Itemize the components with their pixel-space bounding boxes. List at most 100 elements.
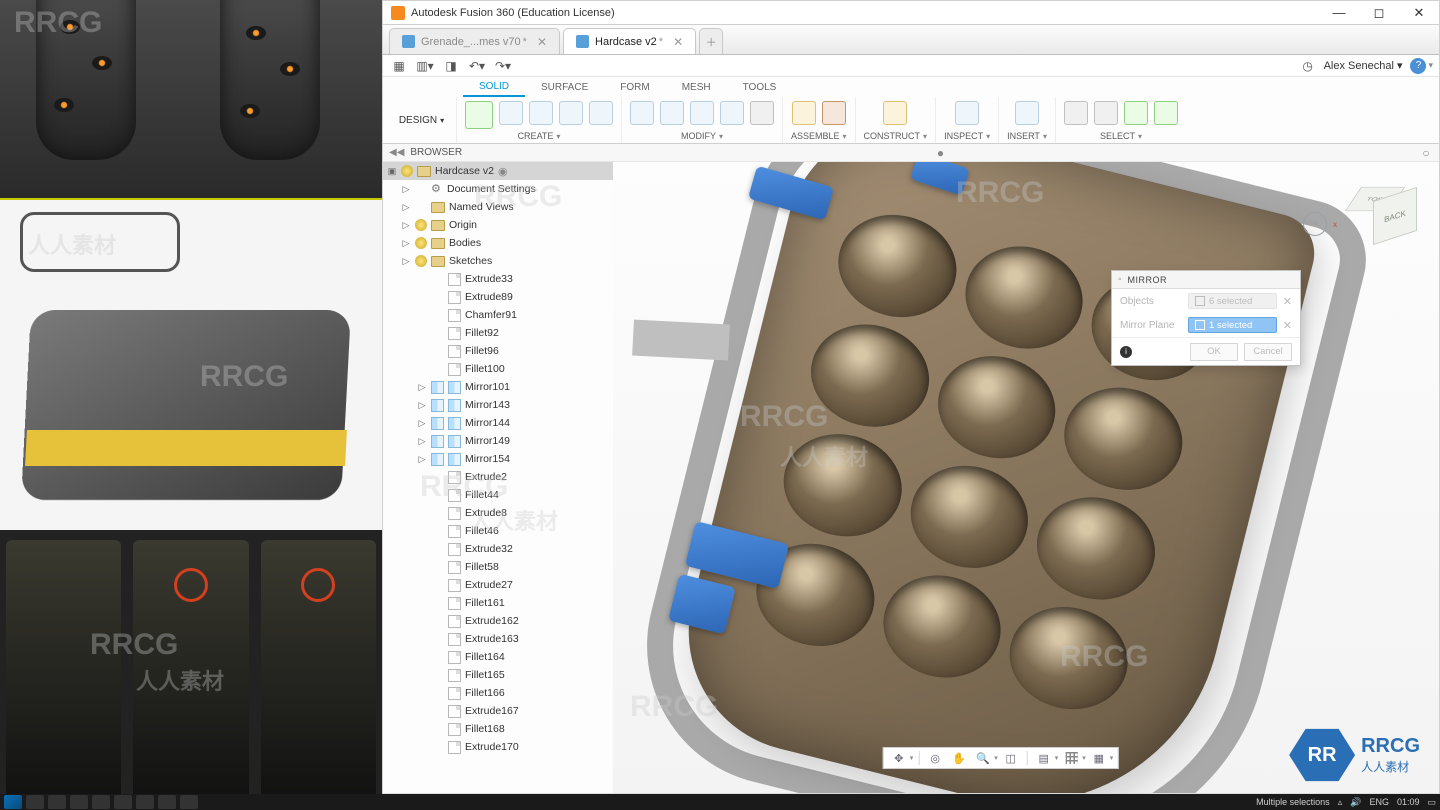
- tree-feature[interactable]: Extrude170: [383, 738, 613, 756]
- cancel-button[interactable]: Cancel: [1244, 343, 1292, 361]
- expand-icon[interactable]: ▷: [401, 220, 411, 231]
- expand-icon[interactable]: ▷: [401, 238, 411, 249]
- tree-feature[interactable]: ▷Mirror143: [383, 396, 613, 414]
- tree-feature[interactable]: Fillet44: [383, 486, 613, 504]
- zoom-nav-icon[interactable]: 🔍: [972, 749, 994, 767]
- tree-feature[interactable]: Fillet96: [383, 342, 613, 360]
- visibility-bulb-icon[interactable]: [401, 165, 413, 177]
- objects-selection-chip[interactable]: 6 selected: [1188, 293, 1277, 309]
- taskbar-app-icon[interactable]: [180, 795, 198, 809]
- tree-feature[interactable]: Extrude8: [383, 504, 613, 522]
- viewports-icon[interactable]: ▦: [1088, 749, 1110, 767]
- pan-nav-icon[interactable]: ✋: [948, 749, 970, 767]
- extrude-icon[interactable]: [499, 101, 523, 125]
- clear-plane-icon[interactable]: ✕: [1283, 319, 1292, 332]
- tree-feature[interactable]: Extrude162: [383, 612, 613, 630]
- tray-lang[interactable]: ENG: [1369, 797, 1389, 807]
- workspace-switcher[interactable]: DESIGN ▾: [387, 97, 457, 143]
- display-settings-icon[interactable]: ▤: [1033, 749, 1055, 767]
- tree-node[interactable]: ▷Named Views: [383, 198, 613, 216]
- tree-feature[interactable]: Extrude32: [383, 540, 613, 558]
- mirror-plane-selection-chip[interactable]: 1 selected: [1188, 317, 1277, 333]
- grid-settings-icon[interactable]: [1060, 749, 1082, 767]
- view-cube[interactable]: TOP BACK x: [1351, 180, 1411, 240]
- tree-feature[interactable]: Fillet166: [383, 684, 613, 702]
- taskbar-app-icon[interactable]: [92, 795, 110, 809]
- taskbar-app-icon[interactable]: [48, 795, 66, 809]
- expand-icon[interactable]: ▷: [401, 256, 411, 267]
- system-tray[interactable]: Multiple selections ▵🔊 ENG 01:09 ▭: [1256, 797, 1436, 808]
- ok-button[interactable]: OK: [1190, 343, 1238, 361]
- browser-dot-icon[interactable]: ●: [934, 146, 948, 160]
- new-component-icon[interactable]: [792, 101, 816, 125]
- fit-nav-icon[interactable]: ◫: [1000, 749, 1022, 767]
- tray-time[interactable]: 01:09: [1397, 797, 1420, 807]
- shell-icon[interactable]: [690, 101, 714, 125]
- ribbon-tab-form[interactable]: FORM: [604, 77, 665, 97]
- start-button-icon[interactable]: [4, 795, 22, 809]
- sketch-icon[interactable]: [465, 101, 493, 129]
- taskbar-app-icon[interactable]: [136, 795, 154, 809]
- user-menu[interactable]: Alex Senechal ▾: [1324, 59, 1403, 72]
- joint-icon[interactable]: [822, 101, 846, 125]
- tab-hardcase[interactable]: Hardcase v2* ✕: [563, 28, 696, 54]
- tree-feature[interactable]: ▷Mirror144: [383, 414, 613, 432]
- dialog-titlebar[interactable]: ◦ MIRROR: [1112, 271, 1300, 289]
- orbit-nav-icon[interactable]: ✥: [888, 749, 910, 767]
- browser-tree[interactable]: ▣ Hardcase v2 ◉ ▷⚙Document Settings▷Name…: [383, 162, 613, 793]
- radio-icon[interactable]: ◉: [498, 165, 510, 178]
- chevron-left-icon[interactable]: ◀◀: [389, 147, 404, 158]
- save-icon[interactable]: ◨: [441, 58, 461, 74]
- ribbon-tab-tools[interactable]: TOOLS: [727, 77, 793, 97]
- tree-feature[interactable]: Fillet165: [383, 666, 613, 684]
- tree-feature[interactable]: Extrude2: [383, 468, 613, 486]
- select-paint-icon[interactable]: [1124, 101, 1148, 125]
- collapse-icon[interactable]: ▣: [387, 166, 397, 177]
- visibility-bulb-icon[interactable]: [415, 255, 427, 267]
- close-icon[interactable]: ✕: [537, 35, 547, 49]
- tree-node[interactable]: ▷Bodies: [383, 234, 613, 252]
- redo-icon[interactable]: ↷▾: [493, 58, 513, 74]
- tree-feature[interactable]: Fillet100: [383, 360, 613, 378]
- tree-root[interactable]: ▣ Hardcase v2 ◉: [383, 162, 613, 180]
- visibility-bulb-icon[interactable]: [415, 219, 427, 231]
- tree-feature[interactable]: Extrude27: [383, 576, 613, 594]
- navigation-toolbar[interactable]: ✥▾ ◎ ✋ 🔍▾ ◫ ▤▾ ▾ ▦▾: [883, 747, 1119, 769]
- data-panel-icon[interactable]: ▦: [389, 58, 409, 74]
- file-menu-icon[interactable]: ▥▾: [415, 58, 435, 74]
- select-window-icon[interactable]: [1094, 101, 1118, 125]
- taskbar-app-icon[interactable]: [26, 795, 44, 809]
- revolve-icon[interactable]: [529, 101, 553, 125]
- close-icon[interactable]: ✕: [673, 35, 683, 49]
- help-icon[interactable]: ?: [1410, 58, 1426, 74]
- tree-node[interactable]: ▷Sketches: [383, 252, 613, 270]
- fillet-icon[interactable]: [660, 101, 684, 125]
- tree-feature[interactable]: Fillet161: [383, 594, 613, 612]
- job-status-icon[interactable]: ◷: [1298, 58, 1318, 74]
- tree-feature[interactable]: Extrude163: [383, 630, 613, 648]
- visibility-bulb-icon[interactable]: [415, 237, 427, 249]
- look-at-icon[interactable]: ◎: [924, 749, 946, 767]
- window-minimize-button[interactable]: —: [1319, 1, 1359, 25]
- expand-icon[interactable]: ▷: [417, 454, 427, 465]
- combine-icon[interactable]: [720, 101, 744, 125]
- tree-feature[interactable]: Fillet58: [383, 558, 613, 576]
- ribbon-tab-surface[interactable]: SURFACE: [525, 77, 604, 97]
- expand-icon[interactable]: ▷: [417, 400, 427, 411]
- expand-icon[interactable]: ▷: [401, 184, 411, 195]
- move-icon[interactable]: [750, 101, 774, 125]
- select-icon[interactable]: [1064, 101, 1088, 125]
- clear-objects-icon[interactable]: ✕: [1283, 295, 1292, 308]
- window-maximize-button[interactable]: ◻: [1359, 1, 1399, 25]
- tree-feature[interactable]: Fillet164: [383, 648, 613, 666]
- ribbon-tab-solid[interactable]: SOLID: [463, 77, 525, 97]
- tree-feature[interactable]: ▷Mirror101: [383, 378, 613, 396]
- tree-feature[interactable]: Extrude167: [383, 702, 613, 720]
- taskbar-app-icon[interactable]: [158, 795, 176, 809]
- tree-feature[interactable]: Fillet168: [383, 720, 613, 738]
- tree-feature[interactable]: ▷Mirror154: [383, 450, 613, 468]
- tree-feature[interactable]: Extrude89: [383, 288, 613, 306]
- select-invert-icon[interactable]: [1154, 101, 1178, 125]
- tree-feature[interactable]: Chamfer91: [383, 306, 613, 324]
- tree-feature[interactable]: Extrude33: [383, 270, 613, 288]
